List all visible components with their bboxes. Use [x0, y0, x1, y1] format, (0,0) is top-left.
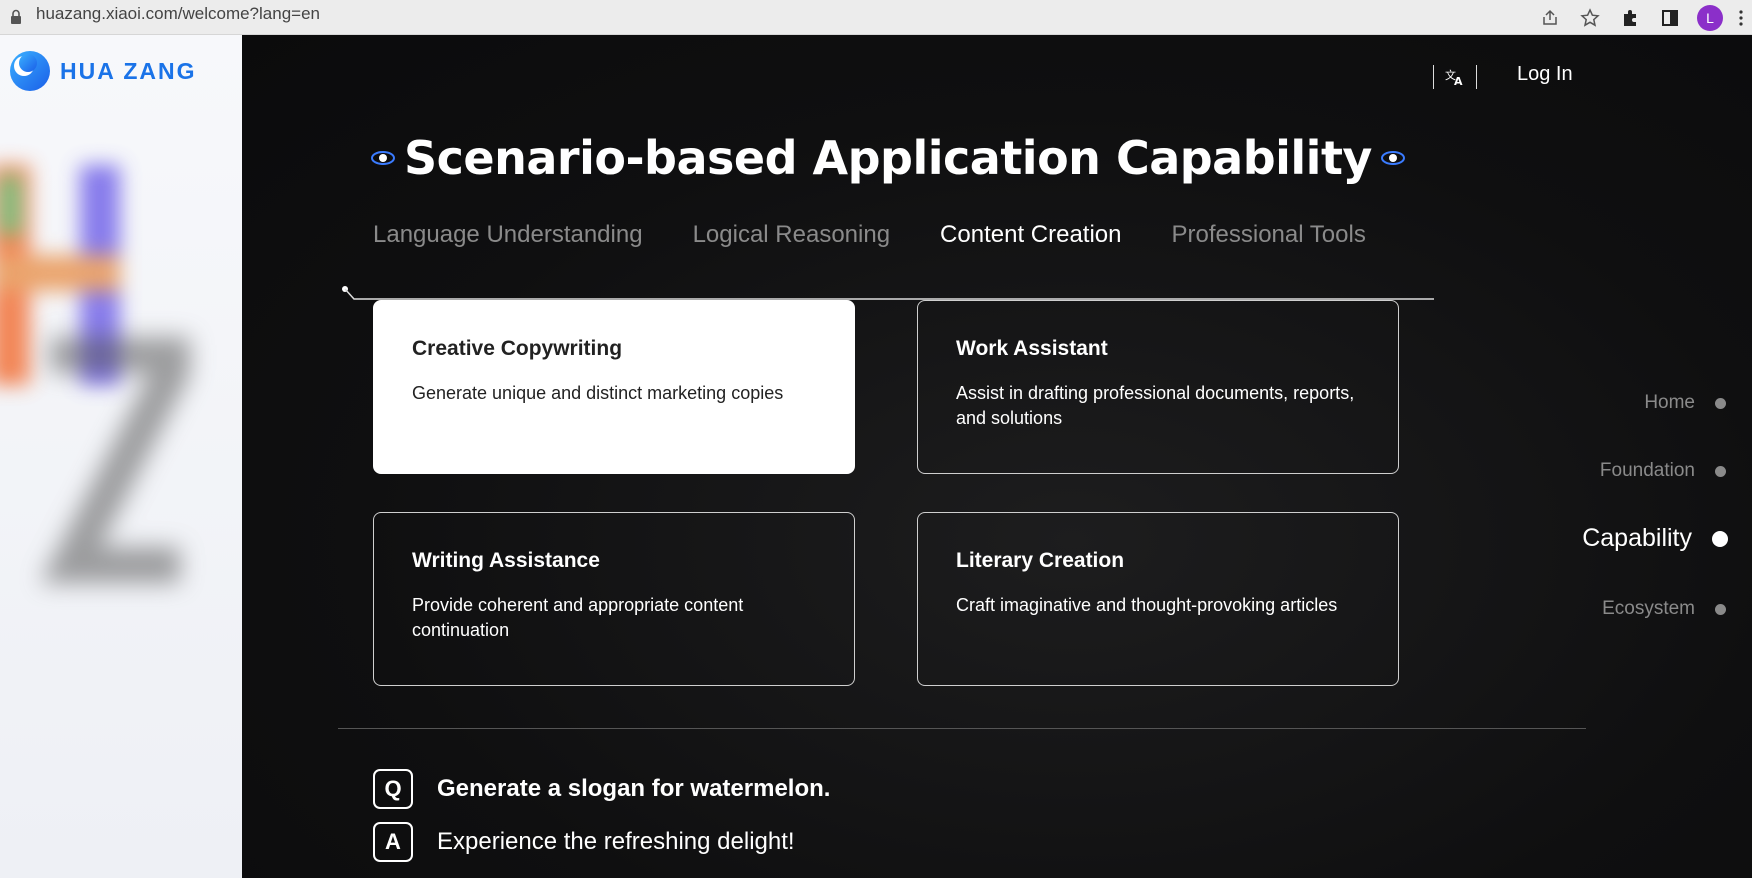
- capability-card[interactable]: Literary Creation Craft imaginative and …: [917, 512, 1399, 686]
- brand-name: HUA ZANG: [60, 57, 197, 84]
- profile-avatar[interactable]: L: [1690, 0, 1730, 35]
- capability-tabs: Language Understanding Logical Reasoning…: [373, 221, 1416, 249]
- lock-icon: [11, 9, 21, 24]
- side-nav-foundation[interactable]: Foundation: [1600, 460, 1726, 482]
- card-description: Assist in drafting professional document…: [956, 383, 1355, 428]
- main-content: 文 A Log In Scenario-based Application Ca…: [242, 35, 1752, 878]
- card-title: Writing Assistance: [412, 549, 600, 572]
- extensions-icon[interactable]: [1610, 0, 1650, 35]
- svg-text:A: A: [1454, 75, 1463, 86]
- tab-logical-reasoning[interactable]: Logical Reasoning: [693, 221, 890, 249]
- capability-card[interactable]: Creative Copywriting Generate unique and…: [373, 300, 855, 474]
- card-title: Work Assistant: [956, 337, 1108, 360]
- decorative-orb-icon: [371, 151, 395, 165]
- login-link[interactable]: Log In: [1517, 63, 1573, 86]
- address-bar-url[interactable]: huazang.xiaoi.com/welcome?lang=en: [36, 4, 320, 24]
- question-row: Q Generate a slogan for watermelon.: [373, 769, 830, 809]
- nav-dot: [1715, 397, 1726, 409]
- question-text: Generate a slogan for watermelon.: [437, 775, 831, 802]
- answer-badge: A: [373, 822, 413, 862]
- capability-card[interactable]: Writing Assistance Provide coherent and …: [373, 512, 855, 686]
- nav-dot: [1712, 530, 1728, 547]
- answer-text: Experience the refreshing delight!: [437, 828, 795, 855]
- tab-language-understanding[interactable]: Language Understanding: [373, 221, 643, 249]
- left-brand-panel: HUA ZANG: [0, 35, 242, 878]
- more-menu-icon[interactable]: [1730, 0, 1752, 35]
- question-badge: Q: [373, 769, 413, 809]
- side-nav-capability[interactable]: Capability: [1582, 524, 1728, 553]
- card-title: Literary Creation: [956, 549, 1125, 572]
- share-icon[interactable]: [1530, 0, 1570, 35]
- card-description: Craft imaginative and thought-provoking …: [956, 595, 1338, 615]
- card-description: Generate unique and distinct marketing c…: [412, 383, 784, 403]
- translate-icon: 文 A: [1445, 68, 1463, 86]
- card-description: Provide coherent and appropriate content…: [412, 595, 744, 640]
- bookmark-star-icon[interactable]: [1570, 0, 1610, 35]
- tab-professional-tools[interactable]: Professional Tools: [1172, 221, 1366, 249]
- section-heading: Scenario-based Application Capability: [370, 131, 1406, 185]
- section-divider: [338, 728, 1586, 729]
- answer-row: A Experience the refreshing delight!: [373, 822, 795, 862]
- side-nav-home[interactable]: Home: [1644, 392, 1726, 414]
- side-nav-ecosystem[interactable]: Ecosystem: [1602, 598, 1726, 620]
- decorative-z-graphic: [40, 337, 190, 583]
- side-panel-icon[interactable]: [1650, 0, 1690, 35]
- decorative-orb-icon: [1380, 151, 1405, 165]
- logo-icon: [10, 51, 50, 91]
- nav-dot: [1715, 603, 1726, 615]
- brand-logo[interactable]: HUA ZANG: [8, 49, 197, 93]
- nav-dot: [1715, 465, 1726, 477]
- card-title: Creative Copywriting: [412, 337, 623, 360]
- browser-toolbar: huazang.xiaoi.com/welcome?lang=en L: [0, 0, 1752, 35]
- tab-content-creation[interactable]: Content Creation: [940, 221, 1121, 249]
- capability-card[interactable]: Work Assistant Assist in drafting profes…: [917, 300, 1399, 474]
- section-title: Scenario-based Application Capability: [404, 131, 1372, 185]
- language-toggle[interactable]: 文 A: [1433, 65, 1477, 89]
